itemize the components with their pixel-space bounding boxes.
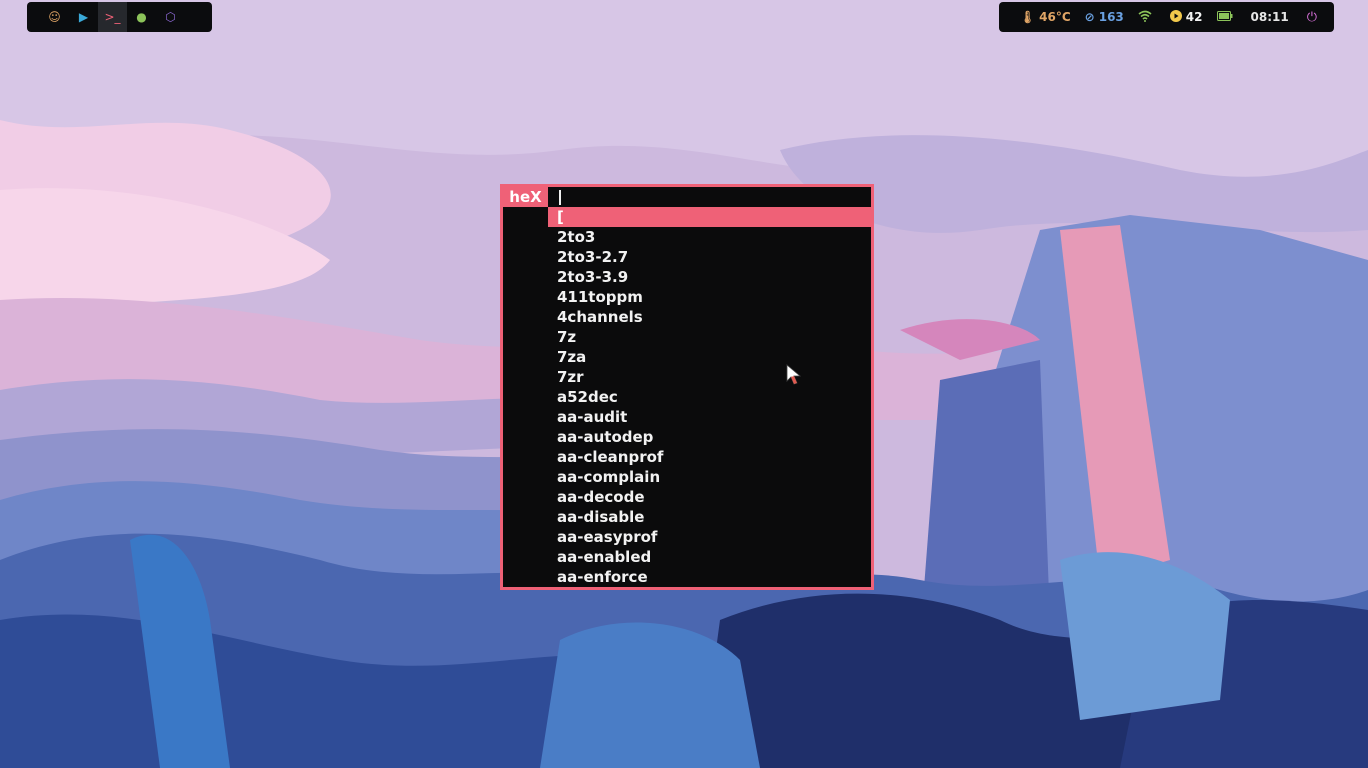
workspace-button-3[interactable]: >_ xyxy=(98,2,127,32)
app-launcher: heX [2to3 2to3-2.7 2to3-3.9 411toppm 4channe… xyxy=(500,184,874,590)
launcher-item[interactable]: aa-easyprof xyxy=(548,527,871,547)
power-icon: ⏻ xyxy=(1306,9,1317,25)
launcher-item[interactable]: aa-decode xyxy=(548,487,871,507)
workspace-button-2[interactable]: ▶ xyxy=(69,2,98,32)
launcher-item[interactable]: aa-enabled xyxy=(548,547,871,567)
workspace-button-4[interactable]: ● xyxy=(127,2,156,32)
launcher-prompt-label: heX xyxy=(503,187,548,207)
launcher-item[interactable]: aa-cleanprof xyxy=(548,447,871,467)
launcher-results-list: [2to3 2to3-2.7 2to3-3.9 411toppm 4channels 7z… xyxy=(548,207,871,587)
workspace-button-1[interactable]: ☺ xyxy=(40,2,69,32)
updates-widget[interactable]: ⊘ 163 xyxy=(1085,10,1124,24)
clock-widget[interactable]: 08:11 xyxy=(1251,10,1289,24)
launcher-item[interactable]: 2to3-3.9 xyxy=(548,267,871,287)
workspace-bar: ☺ ▶ >_ ● ⬡ xyxy=(27,2,212,32)
launcher-item[interactable]: [ xyxy=(548,207,871,227)
play-circle-icon xyxy=(1169,9,1182,25)
launcher-item[interactable]: aa-enforce xyxy=(548,567,871,587)
launcher-item[interactable]: a52dec xyxy=(548,387,871,407)
launcher-item[interactable]: aa-autodep xyxy=(548,427,871,447)
temperature-widget[interactable]: 🌡︎ 46°C xyxy=(1020,10,1071,24)
wifi-icon xyxy=(1138,10,1152,25)
launcher-item[interactable]: 4channels xyxy=(548,307,871,327)
wifi-widget[interactable] xyxy=(1138,10,1156,25)
clock-time: 08:11 xyxy=(1250,10,1289,24)
launcher-item[interactable]: aa-disable xyxy=(548,507,871,527)
play-icon: ▶ xyxy=(78,10,89,24)
power-button[interactable]: ⏻ xyxy=(1307,10,1317,25)
launcher-item[interactable]: 411toppm xyxy=(548,287,871,307)
launcher-item[interactable]: 2to3 xyxy=(548,227,871,247)
launcher-item[interactable]: 7z xyxy=(548,327,871,347)
notifications-widget[interactable]: 42 xyxy=(1169,9,1203,25)
terminal-icon: >_ xyxy=(104,10,121,24)
launcher-search-input[interactable] xyxy=(548,187,871,207)
launcher-item[interactable]: aa-audit xyxy=(548,407,871,427)
mouse-pointer-icon xyxy=(786,364,802,385)
thermometer-icon: 🌡︎ xyxy=(1019,10,1036,24)
notifications-count: 42 xyxy=(1185,10,1203,24)
launcher-item[interactable]: 7zr xyxy=(548,367,871,387)
temperature-value: 46°C xyxy=(1039,10,1071,24)
status-bar: 🌡︎ 46°C ⊘ 163 42 08:11 ⏻ xyxy=(999,2,1334,32)
launcher-item[interactable]: 2to3-2.7 xyxy=(548,247,871,267)
updates-icon: ⊘ xyxy=(1084,10,1095,24)
smile-icon: ☺ xyxy=(48,10,61,24)
text-cursor xyxy=(559,190,561,205)
battery-widget[interactable] xyxy=(1216,10,1237,24)
workspace-button-5[interactable]: ⬡ xyxy=(156,2,185,32)
battery-icon xyxy=(1216,10,1233,24)
chat-icon: ● xyxy=(136,10,147,24)
updates-count: 163 xyxy=(1098,10,1124,24)
launcher-item[interactable]: 7za xyxy=(548,347,871,367)
launcher-item[interactable]: aa-complain xyxy=(548,467,871,487)
hexagon-icon: ⬡ xyxy=(165,10,176,24)
